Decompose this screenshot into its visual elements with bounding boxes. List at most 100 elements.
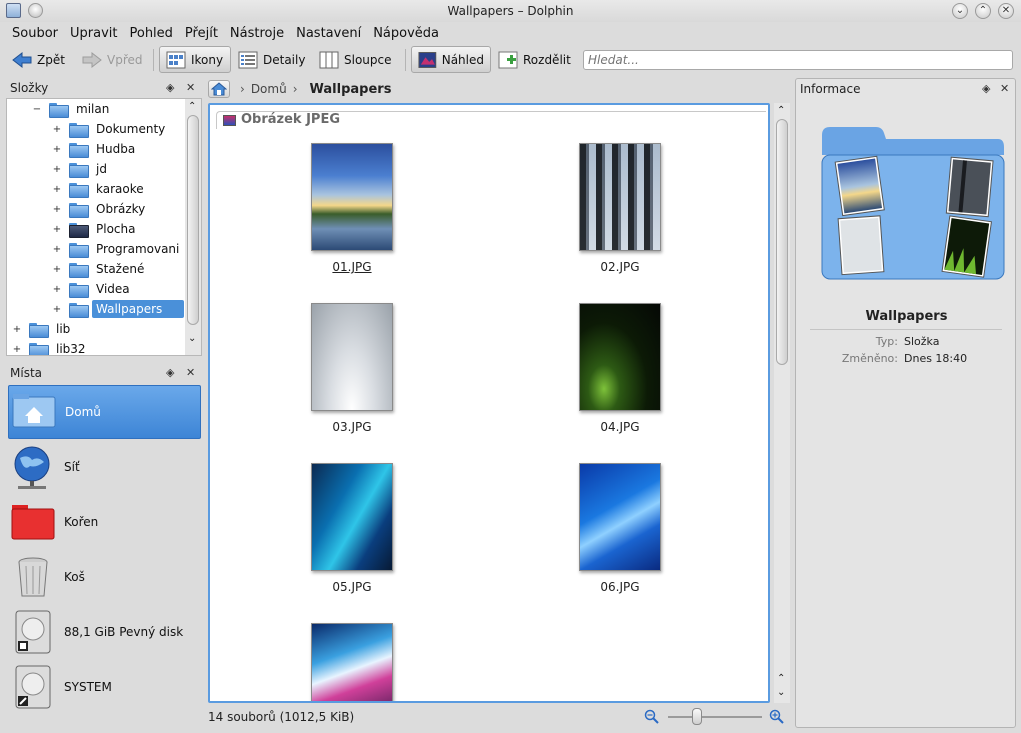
tree-item-plocha[interactable]: + Plocha [51, 219, 139, 239]
preview-toggle-button[interactable]: Náhled [411, 46, 491, 73]
expand-icon[interactable]: + [51, 144, 63, 155]
minimize-button[interactable]: ⌄ [952, 3, 968, 19]
tree-item-lib[interactable]: + lib [11, 319, 74, 339]
forward-button[interactable]: Vpřed [76, 46, 149, 73]
panel-close-icon[interactable]: ✕ [1000, 82, 1009, 95]
tree-item-wallpapers[interactable]: + Wallpapers [51, 299, 185, 319]
place-label: Domů [65, 405, 101, 419]
file-thumbnail[interactable] [311, 623, 393, 701]
file-thumbnail[interactable] [311, 463, 393, 571]
expand-icon[interactable]: + [11, 324, 23, 335]
place-home[interactable]: Domů [8, 385, 201, 439]
folder-icon [29, 342, 49, 355]
place-root[interactable]: Kořen [8, 495, 201, 549]
menu-file[interactable]: Soubor [6, 26, 64, 41]
expand-icon[interactable]: + [51, 164, 63, 175]
folders-scrollbar[interactable]: ⌃ ⌄ [185, 99, 201, 355]
file-item[interactable]: 03.JPG [252, 303, 452, 434]
folder-icon [69, 262, 89, 278]
panel-close-icon[interactable]: ✕ [186, 81, 195, 94]
file-view[interactable]: Obrázek JPEG 01.JPG 02.JPG 03.JPG 04.JPG… [208, 103, 770, 703]
place-trash[interactable]: Koš [8, 550, 201, 604]
file-item[interactable]: 02.JPG [520, 143, 720, 274]
file-thumbnail[interactable] [311, 303, 393, 411]
menu-go[interactable]: Přejít [179, 26, 224, 41]
tree-item-jd[interactable]: + jd [51, 159, 111, 179]
panel-float-icon[interactable]: ◈ [166, 366, 174, 379]
split-view-button[interactable]: Rozdělit [492, 46, 577, 73]
expand-icon[interactable]: + [51, 264, 63, 275]
menu-edit[interactable]: Upravit [64, 26, 123, 41]
breadcrumb-home-button[interactable] [208, 80, 230, 98]
expand-icon[interactable]: + [51, 184, 63, 195]
zoom-out-icon[interactable] [644, 709, 660, 725]
place-system[interactable]: SYSTEM [8, 660, 201, 714]
details-view-button[interactable]: Detaily [232, 46, 311, 73]
tree-item-videa[interactable]: + Videa [51, 279, 134, 299]
file-thumbnail[interactable] [579, 303, 661, 411]
sticky-button[interactable] [28, 3, 43, 18]
panel-float-icon[interactable]: ◈ [982, 82, 990, 95]
tree-item-karaoke[interactable]: + karaoke [51, 179, 148, 199]
breadcrumb-current[interactable]: Wallpapers [310, 82, 392, 97]
file-item[interactable]: 04.JPG [520, 303, 720, 434]
maximize-button[interactable]: ⌃ [975, 3, 991, 19]
file-item[interactable]: 01.JPG [252, 143, 452, 274]
menu-help[interactable]: Nápověda [367, 26, 445, 41]
file-item[interactable] [252, 623, 452, 701]
toolbar-separator [153, 49, 154, 71]
icons-view-label: Ikony [191, 52, 224, 67]
expand-icon[interactable]: + [51, 304, 63, 315]
scrollbar-thumb[interactable] [187, 115, 199, 325]
menu-view[interactable]: Pohled [123, 26, 178, 41]
zoom-slider-handle[interactable] [691, 708, 702, 725]
scroll-up-icon[interactable]: ⌃ [188, 101, 196, 112]
columns-view-button[interactable]: Sloupce [313, 46, 398, 73]
place-label: Kořen [64, 515, 99, 529]
status-summary: 14 souborů (1012,5 KiB) [208, 710, 355, 724]
tree-item-programovani[interactable]: + Programovani [51, 239, 183, 259]
tree-item-stazene[interactable]: + Stažené [51, 259, 148, 279]
app-menu-icon[interactable] [6, 3, 21, 18]
expand-icon[interactable]: + [51, 204, 63, 215]
collapse-icon[interactable]: − [31, 104, 43, 115]
place-network[interactable]: Síť [8, 440, 201, 494]
tree-item-obrazky[interactable]: + Obrázky [51, 199, 149, 219]
place-hard-disk[interactable]: 88,1 GiB Pevný disk [8, 605, 201, 659]
scrollbar-thumb[interactable] [776, 119, 788, 365]
file-view-scrollbar[interactable]: ⌃ ⌃ ⌄ [774, 103, 790, 703]
expand-icon[interactable]: + [51, 244, 63, 255]
scroll-down-icon[interactable]: ⌄ [188, 333, 196, 344]
tree-item-dokumenty[interactable]: + Dokumenty [51, 119, 169, 139]
file-name: 03.JPG [332, 420, 372, 434]
tree-item-label: Obrázky [96, 202, 146, 216]
search-input[interactable] [583, 50, 1013, 70]
expand-icon[interactable]: + [51, 124, 63, 135]
zoom-slider-track[interactable] [668, 716, 762, 718]
icons-view-button[interactable]: Ikony [159, 46, 231, 73]
expand-icon[interactable]: + [11, 344, 23, 355]
scroll-up-icon[interactable]: ⌃ [777, 673, 785, 684]
back-button[interactable]: Zpět [6, 46, 71, 73]
panel-float-icon[interactable]: ◈ [166, 81, 174, 94]
file-thumbnail[interactable] [579, 143, 661, 251]
panel-close-icon[interactable]: ✕ [186, 366, 195, 379]
tree-item-lib32[interactable]: + lib32 [11, 339, 90, 355]
tree-item-milan[interactable]: − milan [31, 99, 113, 119]
folder-icon [69, 182, 89, 198]
zoom-in-icon[interactable] [769, 709, 785, 725]
menu-tools[interactable]: Nástroje [224, 26, 290, 41]
scroll-up-icon[interactable]: ⌃ [777, 105, 785, 116]
menu-settings[interactable]: Nastavení [290, 26, 367, 41]
tree-item-hudba[interactable]: + Hudba [51, 139, 139, 159]
file-item[interactable]: 06.JPG [520, 463, 720, 594]
file-thumbnail[interactable] [311, 143, 393, 251]
scroll-down-icon[interactable]: ⌄ [777, 687, 785, 698]
file-thumbnail[interactable] [579, 463, 661, 571]
folder-preview-icon [821, 127, 1005, 280]
expand-icon[interactable]: + [51, 224, 63, 235]
file-item[interactable]: 05.JPG [252, 463, 452, 594]
breadcrumb-home-link[interactable]: Domů [251, 82, 287, 96]
expand-icon[interactable]: + [51, 284, 63, 295]
close-button[interactable]: ✕ [998, 3, 1014, 19]
